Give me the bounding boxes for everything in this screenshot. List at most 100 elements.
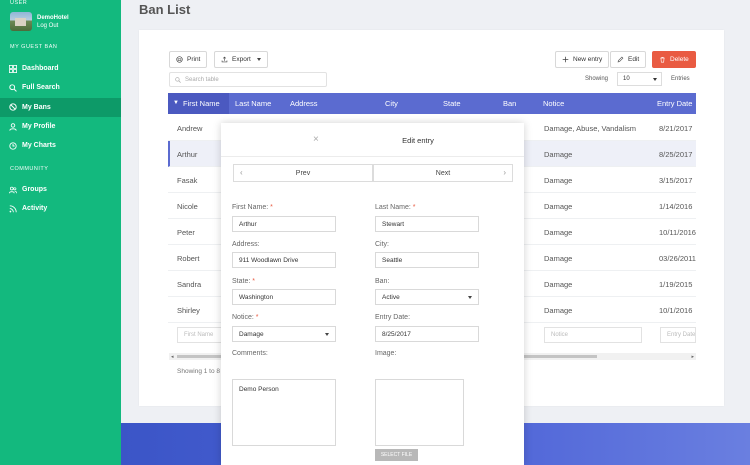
sidebar-item-label: Activity [22,205,48,213]
showing-label: Showing [585,76,609,82]
prev-label: Prev [295,169,311,177]
ban-value: Active [382,293,400,301]
upload-icon [221,56,228,63]
sidebar-item-activity[interactable]: Activity [0,199,121,218]
notice-select[interactable]: Damage [232,326,336,342]
logout-link[interactable]: Log Out [37,22,69,30]
address-field[interactable]: 911 Woodlawn Drive [232,252,336,268]
column-header-ban[interactable]: Ban [503,99,516,108]
sidebar-item-label: My Bans [22,103,51,111]
next-label: Next [435,169,451,177]
chevron-down-icon [256,58,261,61]
modal-title: Edit entry [402,136,434,145]
search-input[interactable]: Search table [169,72,327,87]
cell-entry-date: 1/14/2016 [659,202,693,211]
city-field[interactable]: Seattle [375,252,479,268]
column-header-city[interactable]: City [385,99,398,108]
select-file-button[interactable]: SELECT FILE [375,449,418,461]
delete-label: Delete [670,56,689,63]
entries-label: Entries [671,76,690,82]
print-icon [176,56,183,63]
cell-entry-date: 8/21/2017 [659,124,693,133]
ban-select[interactable]: Active [375,289,479,305]
sidebar-item-label: Groups [22,186,47,194]
notice-label: Notice: * [232,314,259,321]
sidebar-item-my-bans[interactable]: My Bans [0,97,121,117]
sidebar-item-my-charts[interactable]: My Charts [0,136,121,155]
cell-first-name: Andrew [177,124,203,133]
cell-entry-date: 8/25/2017 [659,150,693,159]
sidebar-item-my-profile[interactable]: My Profile [0,117,121,136]
cell-first-name: Nicole [177,202,198,211]
address-label: Address: [232,241,260,248]
delete-button[interactable]: Delete [652,51,696,68]
clock-icon [9,142,17,150]
cell-notice: Damage [544,176,573,185]
column-header-entry-date[interactable]: Entry Date [657,99,692,108]
image-label: Image: [375,350,397,357]
sidebar-item-groups[interactable]: Groups [0,180,121,199]
print-label: Print [187,56,201,63]
sidebar-item-full-search[interactable]: Full Search [0,78,121,97]
user-block: DemoHotel Log Out [10,12,69,31]
column-header-last-name[interactable]: Last Name [235,99,271,108]
main-nav: Dashboard Full Search My Bans My Profile… [0,59,121,155]
sidebar-item-label: Full Search [22,84,60,92]
scroll-left-arrow-icon[interactable]: ◂ [171,354,174,360]
print-button[interactable]: Print [169,51,208,68]
city-label: City: [375,241,389,248]
new-entry-button[interactable]: New entry [555,51,610,68]
export-label: Export [232,56,251,63]
user-section-label: USER [10,0,28,6]
column-header-notice[interactable]: Notice [543,99,564,108]
chevron-down-icon [653,78,657,81]
pencil-icon [617,56,624,63]
filter-notice-input[interactable]: Notice [544,327,642,343]
cell-notice: Damage [544,306,573,315]
column-header-address[interactable]: Address [290,99,318,108]
cell-notice: Damage [544,254,573,263]
next-button[interactable]: Next › [373,164,513,182]
page-size-select[interactable]: 10 [617,72,662,86]
sidebar-item-label: My Charts [22,142,56,150]
rss-icon [9,205,17,213]
edit-button[interactable]: Edit [610,51,647,68]
first-name-field[interactable]: Arthur [232,216,336,232]
first-name-label: First Name: * [232,204,273,211]
user-name: DemoHotel [37,14,69,21]
sidebar-item-label: Dashboard [22,65,59,73]
comments-textarea[interactable]: Demo Person [232,379,336,446]
cell-notice: Damage [544,202,573,211]
grid-icon [9,64,17,73]
cell-first-name: Peter [177,228,195,237]
state-field[interactable]: Washington [232,289,336,305]
modal-divider [221,156,524,157]
guest-section-label: MY GUEST BAN [10,44,58,50]
cell-first-name: Shirley [177,306,200,315]
filter-entry-date-input[interactable]: Entry Date [660,327,696,343]
last-name-label: Last Name: * [375,204,416,211]
chevron-down-icon [468,296,472,299]
column-header-state[interactable]: State [443,99,461,108]
cell-first-name: Sandra [177,280,202,289]
ban-icon [9,103,17,111]
ban-label: Ban: [375,278,390,285]
column-header-first-name[interactable]: First Name [183,99,220,108]
scroll-right-arrow-icon[interactable]: ▸ [691,354,694,360]
community-nav: Groups Activity [0,180,121,219]
last-name-field[interactable]: Stewart [375,216,479,232]
prev-button[interactable]: ‹ Prev [233,164,373,182]
sidebar: USER DemoHotel Log Out MY GUEST BAN Dash… [0,0,121,465]
image-dropzone[interactable] [375,379,464,446]
page-title: Ban List [139,2,191,17]
chevron-right-icon: › [503,168,506,177]
search-placeholder: Search table [185,76,219,83]
sidebar-item-dashboard[interactable]: Dashboard [0,59,121,78]
filter-first-name-input[interactable]: First Name [177,327,225,343]
plus-icon [562,56,569,63]
entry-date-label: Entry Date: [375,314,411,321]
entry-date-field[interactable]: 8/25/2017 [375,326,479,342]
sort-arrow-icon: ▼ [173,100,179,106]
cell-entry-date: 1/19/2015 [659,280,693,289]
export-button[interactable]: Export [214,51,268,68]
